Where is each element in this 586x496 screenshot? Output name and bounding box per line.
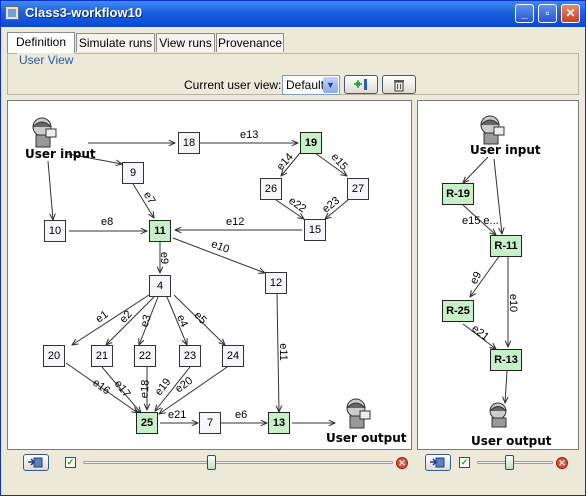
view-export-icon <box>430 457 445 468</box>
reset-zoom-icon[interactable]: ✕ <box>396 457 408 469</box>
processor-r-13[interactable]: R-13 <box>490 349 522 371</box>
view-export-button[interactable] <box>425 454 451 471</box>
edge-label-e13: e13 <box>240 129 259 141</box>
right-user-output-label: User output <box>471 434 552 448</box>
processor-11[interactable]: 11 <box>149 220 171 242</box>
node-7[interactable]: 7 <box>199 412 221 434</box>
user-view-graph-panel[interactable]: User input User output R-19 R-11 R-25 R-… <box>417 100 579 450</box>
right-edge-label-e10: e10 <box>507 293 520 313</box>
right-edge-label-e15: e15 e... <box>462 215 499 227</box>
tab-definition[interactable]: Definition <box>7 32 75 53</box>
view-reset-zoom-icon[interactable]: ✕ <box>556 457 568 469</box>
minimize-button[interactable]: _ <box>515 4 534 23</box>
edge-label-e8: e8 <box>101 216 114 228</box>
node-22[interactable]: 22 <box>134 345 156 367</box>
view-zoom-slider-thumb[interactable] <box>505 455 514 470</box>
view-auto-layout-checkbox[interactable]: ✓ <box>459 457 470 468</box>
current-user-view-label: Current user view: <box>184 78 282 92</box>
delete-view-button[interactable] <box>382 75 416 94</box>
processor-r-25[interactable]: R-25 <box>442 300 474 322</box>
edge-label-e11: e11 <box>276 343 289 361</box>
chevron-down-icon[interactable]: ▼ <box>323 77 338 93</box>
edge-label-e12: e12 <box>226 216 245 228</box>
processor-25[interactable]: 25 <box>136 412 158 434</box>
node-12[interactable]: 12 <box>265 272 287 294</box>
tab-provenance[interactable]: Provenance <box>216 33 284 52</box>
tab-view-runs[interactable]: View runs <box>156 33 215 52</box>
processor-13[interactable]: 13 <box>268 412 290 434</box>
node-23[interactable]: 23 <box>179 345 201 367</box>
edge-label-e9: e9 <box>158 251 171 265</box>
node-18[interactable]: 18 <box>178 132 200 154</box>
right-user-input-label: User input <box>470 143 541 157</box>
zoom-slider-thumb[interactable] <box>207 455 216 470</box>
title-bar[interactable]: Class3-workflow10 _ ▫ ✕ <box>1 1 585 27</box>
window-title: Class3-workflow10 <box>25 5 143 20</box>
user-view-selected: Default <box>286 78 325 92</box>
app-icon <box>5 6 19 20</box>
user-input-figure <box>32 117 57 148</box>
node-9[interactable]: 9 <box>122 162 144 184</box>
node-20[interactable]: 20 <box>43 345 65 367</box>
user-output-figure <box>346 398 371 429</box>
tab-simulate-runs[interactable]: Simulate runs <box>76 33 155 52</box>
edge-label-e21: e21 <box>168 409 187 421</box>
right-user-output-figure <box>489 402 507 428</box>
view-zoom-slider-track[interactable] <box>477 461 553 464</box>
node-10[interactable]: 10 <box>44 220 66 242</box>
user-view-select[interactable]: Default ▼ <box>282 75 340 95</box>
node-24[interactable]: 24 <box>222 345 244 367</box>
edge-label-e6: e6 <box>235 409 248 421</box>
user-view-legend: User View <box>17 53 76 67</box>
node-15[interactable]: 15 <box>304 219 326 241</box>
edge-label-e18: e18 <box>138 379 152 399</box>
close-button[interactable]: ✕ <box>561 4 580 23</box>
view-controls-bar: ✓ ✕ <box>417 453 579 473</box>
export-icon <box>28 457 43 468</box>
processor-r-19[interactable]: R-19 <box>442 183 474 205</box>
trash-icon <box>394 80 404 92</box>
export-button[interactable] <box>23 454 49 471</box>
workflow-graph-panel[interactable]: User input User output 18 19 9 26 27 10 … <box>7 100 412 450</box>
add-view-button[interactable] <box>344 75 378 94</box>
node-21[interactable]: 21 <box>91 345 113 367</box>
node-4[interactable]: 4 <box>149 275 171 297</box>
maximize-button[interactable]: ▫ <box>538 4 557 23</box>
user-output-label: User output <box>326 431 407 445</box>
graph-controls-bar: ✓ ✕ <box>7 453 412 473</box>
right-user-input-figure <box>480 115 505 145</box>
add-view-icon <box>354 79 367 90</box>
app-window: Class3-workflow10 _ ▫ ✕ Definition Simul… <box>0 0 586 496</box>
node-26[interactable]: 26 <box>260 178 282 200</box>
processor-19[interactable]: 19 <box>300 132 322 154</box>
zoom-slider-track[interactable] <box>83 461 393 464</box>
user-input-label: User input <box>25 147 96 161</box>
user-view-group: User View Current user view: Default ▼ <box>7 53 579 95</box>
auto-layout-checkbox[interactable]: ✓ <box>65 457 76 468</box>
processor-r-11[interactable]: R-11 <box>490 235 522 257</box>
node-27[interactable]: 27 <box>347 178 369 200</box>
